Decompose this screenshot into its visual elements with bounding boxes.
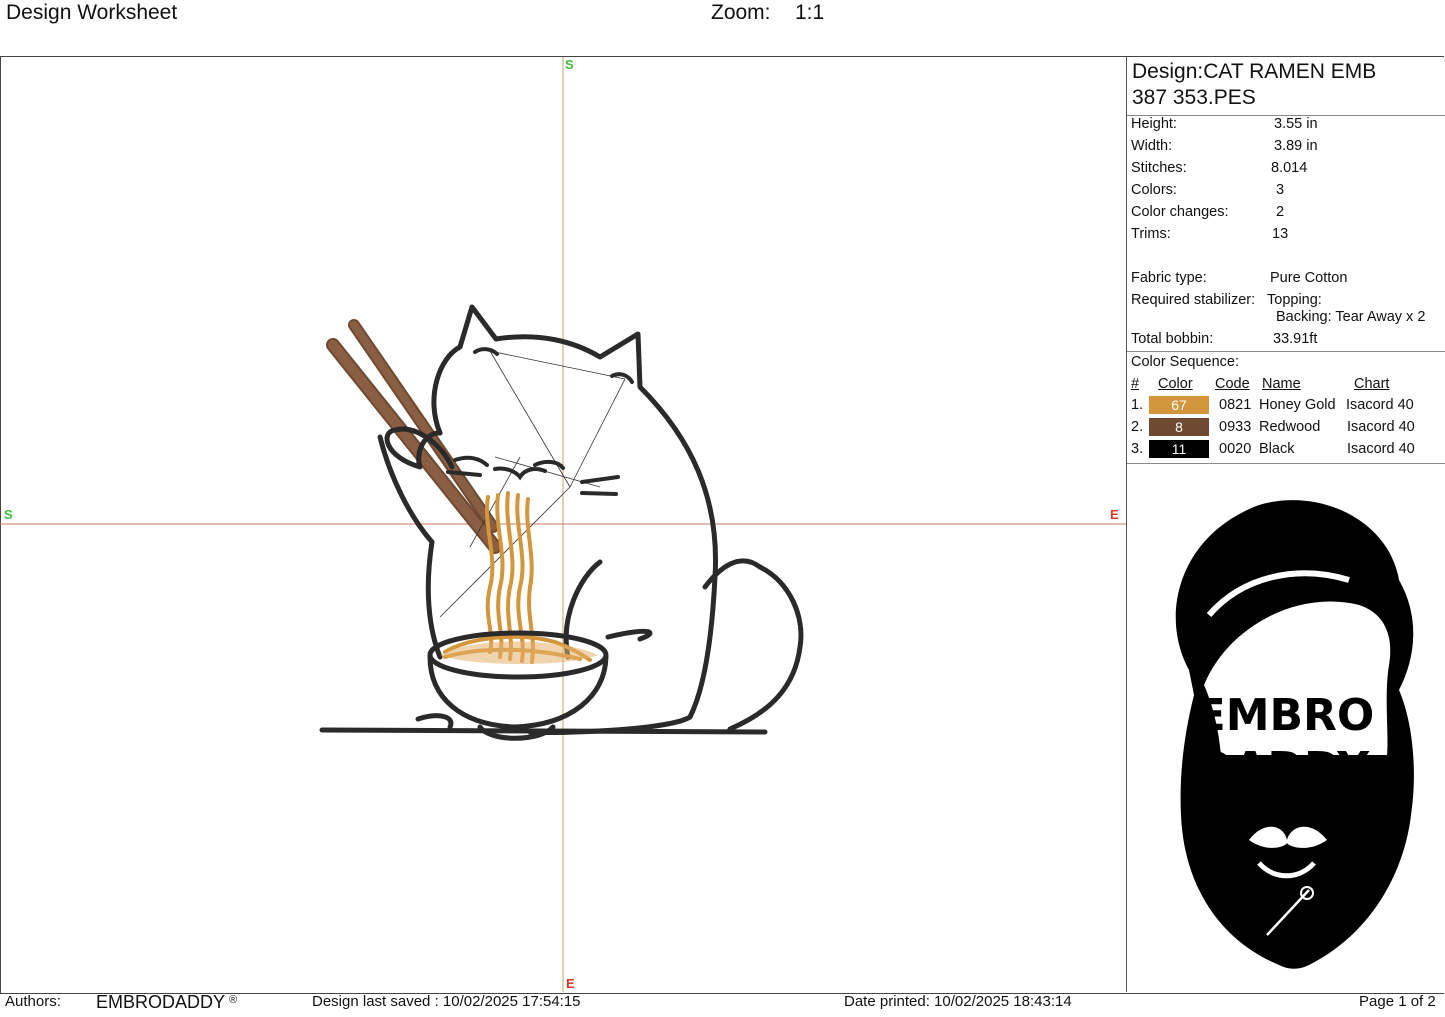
axis-label-south: E (566, 976, 575, 991)
backing-value: Backing: Tear Away x 2 (1276, 309, 1426, 325)
color-row-chart: Isacord 40 (1347, 441, 1415, 457)
divider (1127, 351, 1445, 352)
design-name: Design:CAT RAMEN EMB 387 353.PES (1127, 57, 1445, 111)
fabric-value: Pure Cotton (1270, 270, 1348, 286)
date-printed: Date printed: 10/02/2025 18:43:14 (844, 993, 1072, 1010)
color-row-chart: Isacord 40 (1347, 419, 1415, 435)
topping-value: Topping: (1267, 292, 1322, 308)
color-row-num: 1. (1131, 397, 1144, 413)
stat-label-color-changes: Color changes: (1131, 204, 1229, 220)
stat-label-colors: Colors: (1131, 182, 1177, 198)
divider (1127, 463, 1445, 464)
logo-line2: DADDY (1197, 743, 1370, 794)
col-header-chart: Chart (1354, 376, 1390, 392)
fabric-label: Fabric type: (1131, 270, 1207, 286)
color-row-name: Black (1259, 441, 1295, 457)
design-name-line2: 387 353.PES (1132, 86, 1256, 109)
axis-label-east: E (1110, 507, 1119, 522)
bobbin-value: 33.91ft (1273, 331, 1318, 347)
col-header-color: Color (1158, 376, 1193, 392)
design-info-panel: Design:CAT RAMEN EMB 387 353.PES Height:… (1126, 57, 1445, 992)
color-row-code: 0933 (1219, 419, 1252, 435)
stat-value-width: 3.89 in (1274, 138, 1318, 154)
page-number: Page 1 of 2 (1359, 993, 1436, 1010)
axis-label-west: S (4, 507, 13, 522)
stat-value-stitches: 8.014 (1271, 160, 1308, 176)
col-header-name: Name (1262, 376, 1301, 392)
authors-label: Authors: (5, 993, 61, 1010)
color-swatch: 67 (1149, 396, 1209, 414)
stat-value-color-changes: 2 (1276, 204, 1285, 220)
stat-label-stitches: Stitches: (1131, 160, 1187, 176)
bobbin-label: Total bobbin: (1131, 331, 1214, 347)
logo-line1: EMBRO (1196, 690, 1375, 741)
zoom-label: Zoom: (711, 1, 771, 24)
stat-value-colors: 3 (1276, 182, 1285, 198)
embrodaddy-logo: EMBRO DADDY (1175, 500, 1414, 969)
color-row-name: Honey Gold (1259, 397, 1336, 413)
axis-label-north: S (565, 57, 574, 72)
col-header-code: Code (1215, 376, 1250, 392)
design-canvas: S E S E (0, 57, 1126, 992)
stat-label-trims: Trims: (1131, 226, 1171, 242)
design-name-line1: Design:CAT RAMEN EMB (1132, 60, 1377, 83)
cat-outline (319, 304, 804, 735)
registered-mark: ® (229, 994, 238, 1006)
stat-label-height: Height: (1131, 116, 1177, 132)
stat-label-width: Width: (1131, 138, 1173, 154)
authors-value: EMBRODADDY (96, 992, 226, 1012)
color-row-name: Redwood (1259, 419, 1321, 435)
stabilizer-label: Required stabilizer: (1131, 292, 1256, 308)
color-row-num: 3. (1131, 441, 1144, 457)
color-row-num: 2. (1131, 419, 1144, 435)
design-last-saved: Design last saved : 10/02/2025 17:54:15 (312, 993, 581, 1010)
stat-value-trims: 13 (1272, 226, 1289, 242)
page-title: Design Worksheet (6, 1, 178, 24)
color-swatch: 8 (1149, 418, 1209, 436)
cat-face (446, 347, 634, 496)
design-preview (0, 57, 1126, 992)
color-row-code: 0821 (1219, 397, 1252, 413)
color-sequence-title: Color Sequence: (1131, 354, 1240, 370)
color-row-chart: Isacord 40 (1346, 397, 1414, 413)
zoom-value: 1:1 (795, 1, 825, 24)
color-swatch: 11 (1149, 440, 1209, 458)
stat-value-height: 3.55 in (1274, 116, 1318, 132)
col-header-num: # (1131, 376, 1140, 392)
color-row-code: 0020 (1219, 441, 1252, 457)
